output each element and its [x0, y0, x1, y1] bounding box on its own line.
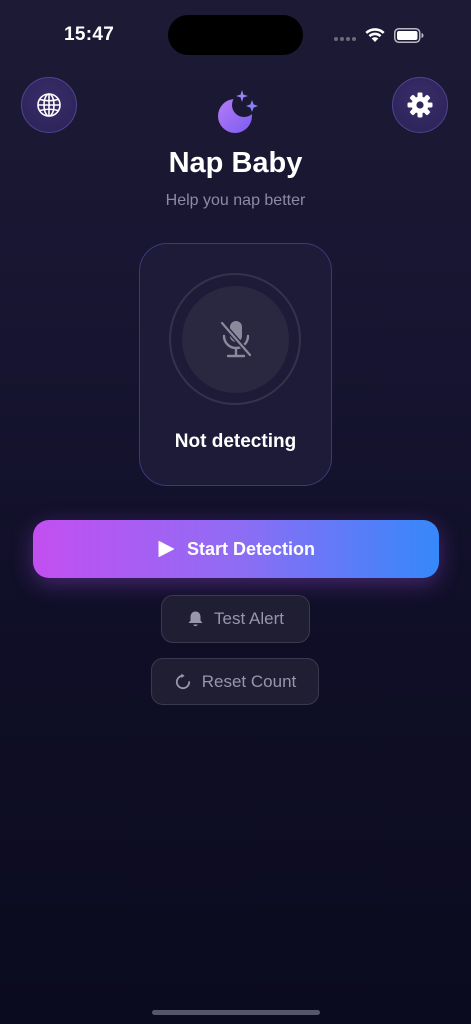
mic-off-icon	[219, 320, 252, 357]
gear-icon	[407, 92, 433, 118]
status-time: 15:47	[64, 24, 115, 45]
moon-stars-icon	[218, 90, 258, 133]
play-icon	[158, 541, 174, 557]
reset-icon	[175, 673, 190, 689]
reset-count-button[interactable]: Reset Count	[151, 658, 319, 705]
bell-icon	[188, 611, 203, 627]
test-alert-label: Test Alert	[214, 609, 284, 628]
settings-button[interactable]	[392, 77, 448, 133]
globe-icon	[37, 93, 61, 117]
mic-indicator	[182, 286, 289, 393]
home-indicator[interactable]	[152, 1010, 320, 1015]
app-title: Nap Baby	[168, 147, 303, 179]
detection-status: Not detecting	[174, 431, 297, 452]
battery-icon	[394, 28, 424, 43]
cellular-signal-icon	[334, 37, 358, 42]
start-detection-label: Start Detection	[186, 538, 316, 559]
dynamic-island	[168, 15, 303, 55]
wifi-icon	[365, 28, 385, 42]
reset-count-label: Reset Count	[201, 671, 297, 691]
start-detection-button[interactable]: Start Detection	[33, 520, 439, 578]
language-button[interactable]	[21, 77, 77, 133]
test-alert-button[interactable]: Test Alert	[161, 595, 310, 643]
app-subtitle: Help you nap better	[165, 192, 306, 209]
